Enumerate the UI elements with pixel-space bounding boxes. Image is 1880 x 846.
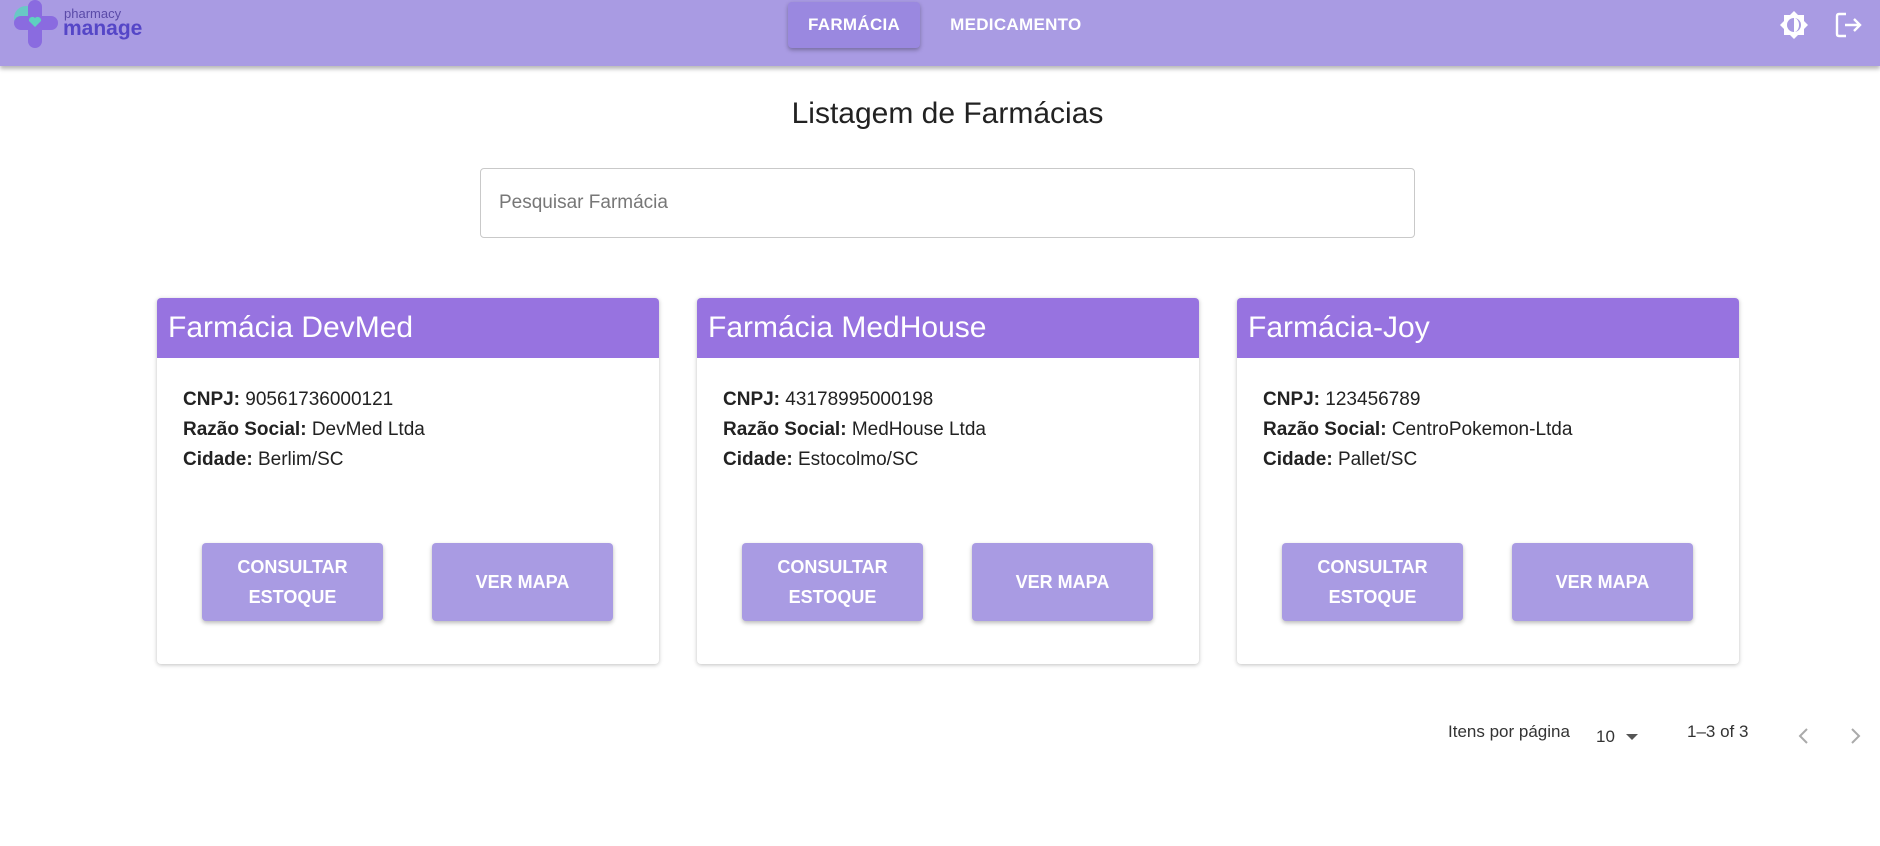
cnpj-row: CNPJ: 43178995000198: [723, 385, 1199, 415]
cidade-row: Cidade: Berlim/SC: [183, 445, 659, 475]
razao-value: DevMed Ltda: [311, 419, 425, 440]
pharmacy-card: Farmácia-Joy CNPJ: 123456789 Razão Socia…: [1237, 298, 1739, 664]
consultar-estoque-button[interactable]: CONSULTAR ESTOQUE: [202, 543, 383, 621]
cnpj-label: CNPJ:: [723, 389, 781, 410]
search-input[interactable]: [481, 169, 1414, 237]
cidade-value: Estocolmo/SC: [797, 449, 919, 470]
card-title: Farmácia DevMed: [157, 298, 659, 358]
razao-label: Razão Social:: [723, 419, 847, 440]
card-actions: CONSULTAR ESTOQUE VER MAPA: [1237, 543, 1739, 621]
next-page-icon[interactable]: [1843, 724, 1867, 748]
cidade-row: Cidade: Estocolmo/SC: [723, 445, 1199, 475]
previous-page-icon[interactable]: [1792, 724, 1816, 748]
ver-mapa-button[interactable]: VER MAPA: [1512, 543, 1693, 621]
items-per-page-select[interactable]: 10: [1596, 722, 1639, 752]
card-details: CNPJ: 123456789 Razão Social: CentroPoke…: [1237, 358, 1739, 475]
items-per-page-value: 10: [1596, 727, 1615, 746]
pharmacy-card: Farmácia DevMed CNPJ: 90561736000121 Raz…: [157, 298, 659, 664]
cnpj-row: CNPJ: 123456789: [1263, 385, 1739, 415]
top-app-bar: pharmacy manage FARMÁCIA MEDICAMENTO: [0, 0, 1880, 66]
razao-row: Razão Social: DevMed Ltda: [183, 415, 659, 445]
consultar-estoque-button[interactable]: CONSULTAR ESTOQUE: [1282, 543, 1463, 621]
cidade-label: Cidade:: [183, 449, 253, 470]
card-actions: CONSULTAR ESTOQUE VER MAPA: [157, 543, 659, 621]
cnpj-value: 43178995000198: [785, 389, 934, 410]
app-logo[interactable]: pharmacy manage: [10, 0, 143, 50]
cnpj-label: CNPJ:: [1263, 389, 1321, 410]
card-details: CNPJ: 90561736000121 Razão Social: DevMe…: [157, 358, 659, 475]
razao-value: MedHouse Ltda: [851, 419, 986, 440]
card-details: CNPJ: 43178995000198 Razão Social: MedHo…: [697, 358, 1199, 475]
cnpj-row: CNPJ: 90561736000121: [183, 385, 659, 415]
page-range: 1–3 of 3: [1687, 722, 1749, 741]
razao-row: Razão Social: CentroPokemon-Ltda: [1263, 415, 1739, 445]
razao-row: Razão Social: MedHouse Ltda: [723, 415, 1199, 445]
cidade-label: Cidade:: [1263, 449, 1333, 470]
cidade-value: Pallet/SC: [1337, 449, 1418, 470]
cidade-row: Cidade: Pallet/SC: [1263, 445, 1739, 475]
cidade-value: Berlim/SC: [257, 449, 344, 470]
cnpj-value: 123456789: [1325, 389, 1421, 410]
main-nav: FARMÁCIA MEDICAMENTO: [788, 2, 1102, 50]
cidade-label: Cidade:: [723, 449, 793, 470]
chevron-down-icon: [1625, 734, 1638, 740]
pharmacy-card: Farmácia MedHouse CNPJ: 43178995000198 R…: [697, 298, 1199, 664]
nav-farmacia[interactable]: FARMÁCIA: [788, 2, 921, 48]
nav-medicamento[interactable]: MEDICAMENTO: [930, 2, 1101, 48]
brightness-icon[interactable]: [1779, 10, 1809, 40]
consultar-estoque-button[interactable]: CONSULTAR ESTOQUE: [742, 543, 923, 621]
ver-mapa-button[interactable]: VER MAPA: [432, 543, 613, 621]
card-title: Farmácia-Joy: [1237, 298, 1739, 358]
card-title: Farmácia MedHouse: [697, 298, 1199, 358]
card-actions: CONSULTAR ESTOQUE VER MAPA: [697, 543, 1199, 621]
razao-label: Razão Social:: [1263, 419, 1387, 440]
page-title: Listagem de Farmácias: [791, 97, 1104, 130]
cnpj-value: 90561736000121: [245, 389, 394, 410]
items-per-page-label: Itens por página: [1448, 722, 1570, 741]
search-box: [480, 168, 1415, 238]
cnpj-label: CNPJ:: [183, 389, 241, 410]
logout-icon[interactable]: [1834, 10, 1864, 40]
ver-mapa-button[interactable]: VER MAPA: [972, 543, 1153, 621]
logo-text-big: manage: [63, 17, 143, 40]
razao-label: Razão Social:: [183, 419, 307, 440]
razao-value: CentroPokemon-Ltda: [1391, 419, 1573, 440]
pharmacy-cross-icon: [14, 0, 58, 48]
